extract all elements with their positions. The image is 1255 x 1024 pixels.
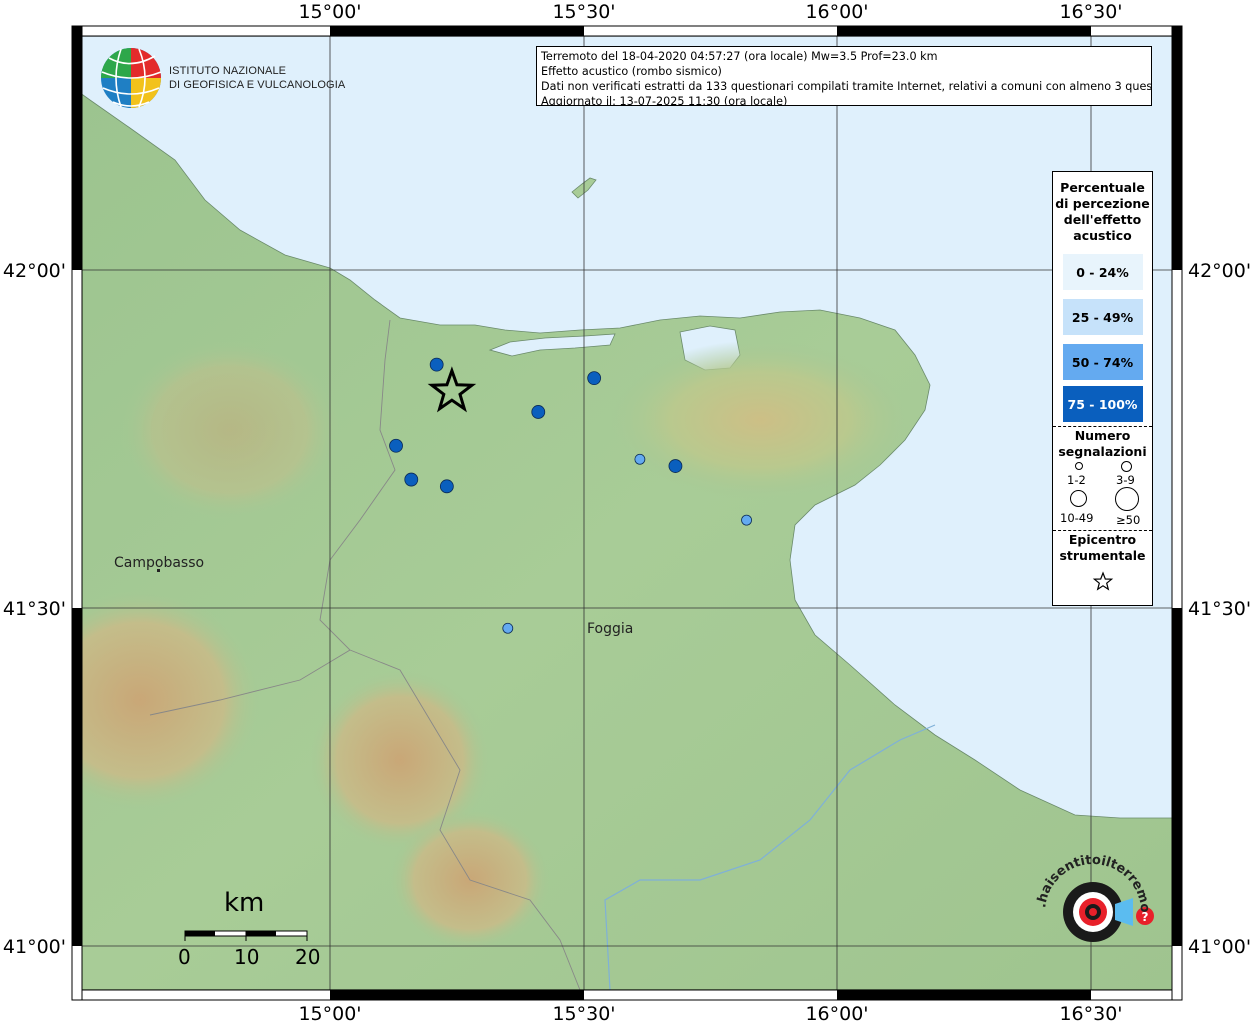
legend-class-25-49: 25 - 49% bbox=[1062, 299, 1143, 335]
legend-size-label-4: ≥50 bbox=[1116, 513, 1141, 527]
lat-label-right-1: 42°00' bbox=[1188, 260, 1251, 282]
scalebar-tick-10: 10 bbox=[234, 945, 260, 969]
event-info-line-3: Dati non verificati estratti da 133 ques… bbox=[541, 80, 1152, 93]
lon-label-bottom-2: 15°30' bbox=[552, 1003, 615, 1024]
felt-report-marker[interactable] bbox=[502, 622, 514, 634]
lat-label-right-2: 41°30' bbox=[1188, 598, 1251, 620]
felt-report-marker[interactable] bbox=[634, 453, 646, 465]
legend-size-circle-3 bbox=[1070, 490, 1087, 507]
apennine-relief-1 bbox=[76, 590, 260, 810]
felt-report-marker[interactable] bbox=[404, 472, 419, 487]
legend-class-0-24: 0 - 24% bbox=[1062, 254, 1143, 290]
legend-size-label-2: 3-9 bbox=[1116, 473, 1135, 487]
legend-star-icon bbox=[1092, 571, 1113, 591]
lon-label-top-2: 15°30' bbox=[552, 1, 615, 23]
legend-epicenter-title: Epicentro strumentale bbox=[1059, 532, 1146, 563]
event-info-line-4: Aggiornato il: 13-07-2025 11:30 (ora loc… bbox=[541, 95, 788, 106]
apennine-relief-4 bbox=[120, 340, 340, 520]
lon-label-top-1: 15°00' bbox=[298, 1, 361, 23]
ingv-name: ISTITUTO NAZIONALE DI GEOFISICA E VULCAN… bbox=[169, 65, 346, 91]
gargano-relief bbox=[610, 340, 910, 500]
felt-report-marker[interactable] bbox=[389, 438, 403, 453]
legend-size-circle-1 bbox=[1075, 462, 1083, 470]
legend-size-circle-4 bbox=[1115, 487, 1139, 511]
event-info-line-1: Terremoto del 18-04-2020 04:57:27 (ora l… bbox=[541, 50, 938, 63]
legend-class-75-100: 75 - 100% bbox=[1062, 386, 1143, 422]
legend-panel: Percentuale di percezione dell'effetto a… bbox=[1052, 171, 1153, 606]
felt-report-marker[interactable] bbox=[587, 371, 602, 386]
lon-label-top-3: 16°00' bbox=[805, 1, 868, 23]
legend-size-label-3: 10-49 bbox=[1060, 511, 1094, 525]
felt-report-marker[interactable] bbox=[531, 405, 546, 419]
lat-label-left-3: 41°00' bbox=[3, 936, 66, 958]
lat-label-left-1: 42°00' bbox=[3, 260, 66, 282]
lat-label-right-3: 41°00' bbox=[1188, 936, 1251, 958]
scalebar-tick-0: 0 bbox=[178, 945, 191, 969]
event-info-box: Terremoto del 18-04-2020 04:57:27 (ora l… bbox=[536, 46, 1152, 106]
felt-report-marker[interactable] bbox=[439, 479, 454, 494]
felt-report-marker[interactable] bbox=[429, 357, 444, 372]
city-marker-campobasso bbox=[157, 569, 160, 572]
felt-report-marker[interactable] bbox=[741, 514, 752, 526]
city-label-foggia: Foggia bbox=[587, 621, 634, 637]
event-info-line-2: Effetto acustico (rombo sismico) bbox=[541, 65, 722, 78]
legend-size-label-1: 1-2 bbox=[1067, 473, 1086, 487]
legend-size-grid: 1-2 3-9 10-49 ≥50 bbox=[1053, 460, 1152, 530]
felt-report-marker[interactable] bbox=[668, 459, 683, 473]
lon-label-bottom-3: 16°00' bbox=[805, 1003, 868, 1024]
legend-class-50-74: 50 - 74% bbox=[1062, 344, 1143, 380]
lon-label-bottom-4: 16°30' bbox=[1059, 1003, 1122, 1024]
legend-count-title: Numero segnalazioni bbox=[1058, 428, 1147, 459]
scalebar-tick-20: 20 bbox=[295, 945, 321, 969]
lat-label-left-2: 41°30' bbox=[3, 598, 66, 620]
ingv-globe-icon bbox=[101, 48, 162, 108]
lon-label-top-4: 16°30' bbox=[1059, 1, 1122, 23]
lon-label-bottom-1: 15°00' bbox=[298, 1003, 361, 1024]
legend-size-circle-2 bbox=[1121, 461, 1132, 472]
legend-title: Percentuale di percezione dell'effetto a… bbox=[1055, 180, 1150, 243]
scalebar-unit: km bbox=[224, 888, 265, 918]
